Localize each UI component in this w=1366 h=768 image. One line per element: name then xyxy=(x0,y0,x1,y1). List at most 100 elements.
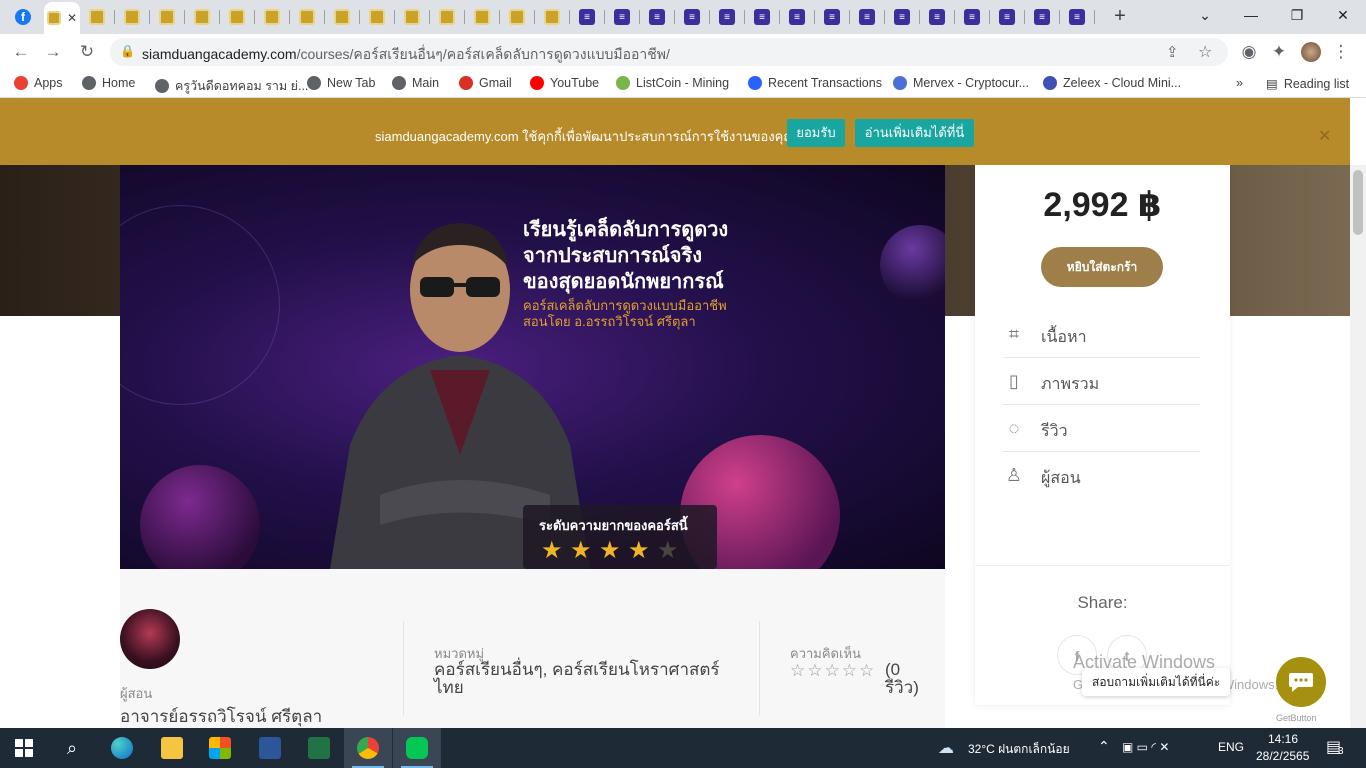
edge-app[interactable] xyxy=(98,728,146,768)
weather-icon: ☁ xyxy=(938,740,954,757)
tab-siamduang[interactable] xyxy=(465,4,499,30)
tab-listcoin[interactable]: ≡ xyxy=(815,4,849,30)
store-app[interactable] xyxy=(196,728,244,768)
back-button[interactable]: ← xyxy=(10,41,32,63)
sidebar-item[interactable]: ◌ รีวิว xyxy=(1003,405,1200,452)
close-window-button[interactable]: ✕ xyxy=(1320,0,1366,30)
bookmark-item[interactable]: Home xyxy=(82,76,135,90)
clock-date[interactable]: 28/2/2565 xyxy=(1256,749,1309,763)
sidebar-item-label: ภาพรวม xyxy=(1041,376,1100,393)
tab-siamduang[interactable] xyxy=(395,4,429,30)
bookmark-item[interactable]: ListCoin - Mining xyxy=(616,76,729,90)
tab-siamduang[interactable] xyxy=(290,4,324,30)
tab-siamduang[interactable] xyxy=(80,4,114,30)
bookmark-item[interactable]: Main xyxy=(392,76,439,90)
instructor-name[interactable]: อาจารย์อรรถวิโรจน์ ศรีตุลา xyxy=(120,703,322,728)
close-cookie-icon[interactable]: ✕ xyxy=(1318,126,1331,146)
reload-button[interactable]: ↻ xyxy=(76,41,98,63)
tab-listcoin[interactable]: ≡ xyxy=(745,4,779,30)
tab-siamduang[interactable] xyxy=(360,4,394,30)
tab-search-button[interactable]: ⌄ xyxy=(1182,0,1228,30)
chrome-app[interactable] xyxy=(344,728,392,768)
tab-siamduang[interactable] xyxy=(185,4,219,30)
bookmark-item[interactable]: ครูวันดีดอทคอม ราม ย่... xyxy=(155,76,308,96)
bookmark-item[interactable]: Apps xyxy=(14,76,63,90)
excel-app[interactable] xyxy=(295,728,343,768)
tab-siamduang[interactable] xyxy=(430,4,464,30)
minimize-button[interactable]: — xyxy=(1228,0,1274,30)
tab-listcoin[interactable]: ≡ xyxy=(920,4,954,30)
tab-siamduang[interactable] xyxy=(150,4,184,30)
tab-siamduang[interactable] xyxy=(255,4,289,30)
scrollbar[interactable] xyxy=(1350,165,1366,728)
tab-siamduang[interactable] xyxy=(535,4,569,30)
tab-listcoin[interactable]: ≡ xyxy=(885,4,919,30)
siamduang-icon xyxy=(264,9,280,25)
address-bar[interactable]: 🔒 siamduangacademy.com/courses/คอร์สเรีย… xyxy=(110,38,1228,66)
word-app[interactable] xyxy=(246,728,294,768)
search-button[interactable]: ⌕ xyxy=(48,728,96,768)
bookmarks-more-button[interactable]: » xyxy=(1236,76,1243,90)
tab-listcoin[interactable]: ≡ xyxy=(1025,4,1059,30)
instructor-avatar[interactable] xyxy=(120,609,180,669)
bookmark-item[interactable]: Gmail xyxy=(459,76,512,90)
tray-icons[interactable]: ▣ ▭ ◜ ✕ xyxy=(1122,740,1169,754)
tab-listcoin[interactable]: ≡ xyxy=(710,4,744,30)
language-indicator[interactable]: ENG xyxy=(1218,740,1244,754)
lock-icon[interactable]: 🔒 xyxy=(120,44,135,58)
tab-listcoin[interactable]: ≡ xyxy=(640,4,674,30)
scrollbar-thumb[interactable] xyxy=(1353,170,1363,235)
tab-siamduang[interactable] xyxy=(220,4,254,30)
globe-icon xyxy=(82,76,96,90)
tab-listcoin[interactable]: ≡ xyxy=(570,4,604,30)
star-bookmark-icon[interactable]: ☆ xyxy=(1198,42,1212,62)
sidebar-item[interactable]: ⌗ เนื้อหา xyxy=(1003,311,1200,358)
tab-siamduang[interactable] xyxy=(325,4,359,30)
bookmark-item[interactable]: Zeleex - Cloud Mini... xyxy=(1043,76,1181,90)
sidebar-item[interactable]: ▯ ภาพรวม xyxy=(1003,358,1200,405)
bookmark-item[interactable]: Mervex - Cryptocur... xyxy=(893,76,1029,90)
profile-avatar[interactable] xyxy=(1301,42,1321,62)
add-to-cart-button[interactable]: หยิบใส่ตะกร้า xyxy=(1041,247,1163,287)
category-value[interactable]: คอร์สเรียนอื่นๆ, คอร์สเรียนโหราศาสตร์ไทย xyxy=(434,661,734,697)
chevron-up-icon[interactable]: ⌃ xyxy=(1098,738,1110,755)
sidebar-item[interactable]: ♙ ผู้สอน xyxy=(1003,452,1200,499)
menu-icon[interactable]: ⋮ xyxy=(1330,41,1352,63)
tab-siamduang[interactable] xyxy=(500,4,534,30)
chat-button[interactable] xyxy=(1276,657,1326,707)
accept-cookie-button[interactable]: ยอมรับ xyxy=(787,119,845,147)
start-button[interactable] xyxy=(0,728,48,768)
bookmark-item[interactable]: Recent Transactions xyxy=(748,76,882,90)
close-tab-icon[interactable]: ✕ xyxy=(67,11,77,25)
tab-facebook[interactable]: f xyxy=(6,4,40,30)
url-text[interactable]: siamduangacademy.com/courses/คอร์สเรียนอ… xyxy=(142,44,670,66)
tab-listcoin[interactable]: ≡ xyxy=(1060,4,1094,30)
chat-prompt[interactable]: สอบถามเพิ่มเติมได้ที่นี่ค่ะ xyxy=(1082,668,1231,696)
tab-active[interactable]: ✕ xyxy=(44,2,80,34)
tab-listcoin[interactable]: ≡ xyxy=(780,4,814,30)
new-tab-button[interactable]: + xyxy=(1110,6,1130,26)
tab-listcoin[interactable]: ≡ xyxy=(955,4,989,30)
tab-listcoin[interactable]: ≡ xyxy=(675,4,709,30)
maximize-button[interactable]: ❐ xyxy=(1274,0,1320,30)
bookmark-item[interactable]: New Tab xyxy=(307,76,375,90)
file-explorer-app[interactable] xyxy=(148,728,196,768)
tab-listcoin[interactable]: ≡ xyxy=(990,4,1024,30)
weather-text[interactable]: 32°C ฝนตกเล็กน้อย xyxy=(968,740,1070,759)
line-app[interactable] xyxy=(393,728,441,768)
read-more-button[interactable]: อ่านเพิ่มเติมได้ที่นี่ xyxy=(855,119,974,147)
reading-list-button[interactable]: ▤ Reading list xyxy=(1266,76,1349,92)
puzzle-icon[interactable]: ✦ xyxy=(1268,41,1290,63)
clock-time[interactable]: 14:16 xyxy=(1268,732,1298,746)
notification-count: 3 xyxy=(1338,746,1344,757)
forward-button[interactable]: → xyxy=(42,41,64,63)
list-icon: ≡ xyxy=(859,9,875,25)
extension-icon[interactable]: ◉ xyxy=(1238,41,1260,63)
tab-siamduang[interactable] xyxy=(115,4,149,30)
siamduang-icon xyxy=(474,9,490,25)
share-icon[interactable]: ⇪ xyxy=(1166,43,1179,61)
tab-listcoin[interactable]: ≡ xyxy=(605,4,639,30)
getbutton-credit[interactable]: GetButton xyxy=(1276,713,1317,723)
tab-listcoin[interactable]: ≡ xyxy=(850,4,884,30)
bookmark-item[interactable]: YouTube xyxy=(530,76,599,90)
